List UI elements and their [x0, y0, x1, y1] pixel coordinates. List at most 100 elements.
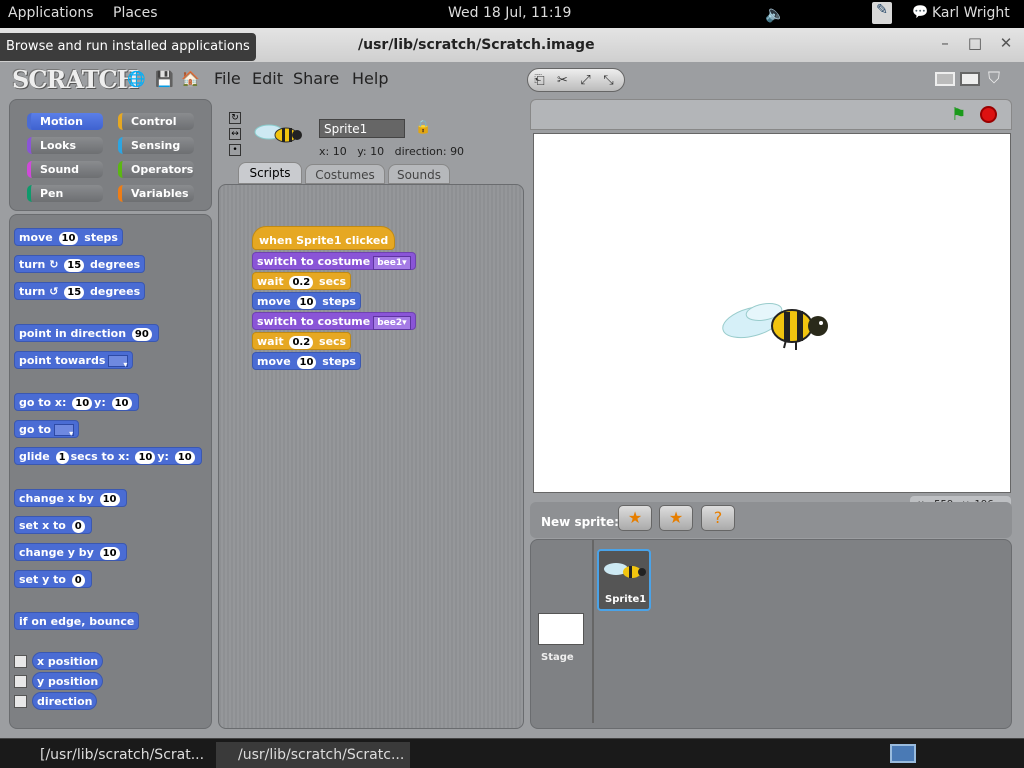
no-rotate-icon[interactable]: • — [229, 144, 241, 156]
accessibility-icon[interactable]: ✎ — [872, 2, 892, 24]
workspace-switcher[interactable] — [890, 744, 916, 763]
number-input[interactable]: 0.2 — [289, 276, 314, 289]
tab-costumes[interactable]: Costumes — [305, 164, 385, 184]
applications-menu[interactable]: Applications — [8, 5, 94, 21]
tab-scripts[interactable]: Scripts — [238, 162, 302, 184]
block-goto[interactable]: go to ▾ — [14, 420, 80, 438]
script-block-move[interactable]: move 10 steps — [252, 292, 361, 310]
presentation-mode-icon[interactable]: ⛉ — [988, 68, 1000, 88]
category-variables[interactable]: Variables — [118, 185, 194, 202]
scripts-area[interactable]: when Sprite1 clicked switch to costume be… — [218, 184, 524, 729]
volume-icon[interactable]: 🔈 — [765, 4, 785, 23]
chevron-down-icon[interactable]: ▾ — [54, 424, 75, 438]
reporter-x-position[interactable]: x position — [32, 652, 104, 670]
checkbox-y-position[interactable] — [14, 675, 27, 688]
category-sensing[interactable]: Sensing — [118, 137, 194, 154]
share-icon[interactable]: 🏠 — [181, 70, 200, 88]
bee-sprite[interactable] — [720, 298, 832, 354]
block-turn-ccw[interactable]: turn ↺ 15 degrees — [14, 282, 146, 300]
block-set-x[interactable]: set x to 0 — [14, 516, 92, 534]
save-icon[interactable]: 💾 — [155, 70, 174, 88]
number-input[interactable]: 10 — [72, 397, 93, 410]
costume-dropdown[interactable]: bee1▾ — [373, 256, 411, 270]
edit-mode-buttons: ⎗ ✂ ⤢ ⤡ — [527, 68, 625, 92]
number-input[interactable]: 0 — [71, 520, 85, 533]
tab-sounds[interactable]: Sounds — [388, 164, 450, 184]
block-move[interactable]: move 10 steps — [14, 228, 123, 246]
chevron-down-icon[interactable]: ▾ — [108, 355, 129, 369]
menu-help[interactable]: Help — [352, 69, 388, 88]
number-input[interactable]: 10 — [296, 356, 317, 369]
sprite-name-field[interactable]: Sprite1 — [319, 119, 405, 138]
green-flag-icon[interactable]: ⚑ — [951, 105, 966, 125]
task-button-active[interactable]: /usr/lib/scratch/Scratc... — [216, 742, 410, 768]
number-input[interactable]: 1 — [55, 451, 69, 464]
script-block-switch-costume[interactable]: switch to costume bee2▾ — [252, 312, 416, 330]
block-change-y[interactable]: change y by 10 — [14, 543, 127, 561]
number-input[interactable]: 10 — [174, 451, 195, 464]
block-glide[interactable]: glide 1 secs to x: 10 y: 10 — [14, 447, 202, 465]
reporter-direction[interactable]: direction — [32, 692, 98, 710]
block-point-direction[interactable]: point in direction 90 — [14, 324, 159, 342]
grow-icon[interactable]: ⤢ — [574, 70, 597, 92]
stage-thumbnail[interactable] — [538, 613, 584, 645]
block-set-y[interactable]: set y to 0 — [14, 570, 92, 588]
number-input[interactable]: 10 — [99, 547, 120, 560]
number-input[interactable]: 0.2 — [289, 336, 314, 349]
delete-icon[interactable]: ✂ — [551, 70, 574, 92]
checkbox-x-position[interactable] — [14, 655, 27, 668]
category-looks[interactable]: Looks — [27, 137, 103, 154]
block-goto-xy[interactable]: go to x: 10 y: 10 — [14, 393, 139, 411]
number-input[interactable]: 10 — [296, 296, 317, 309]
lock-icon[interactable]: 🔒 — [415, 120, 431, 135]
number-input[interactable]: 15 — [64, 259, 85, 272]
menu-file[interactable]: File — [214, 69, 241, 88]
number-input[interactable]: 10 — [111, 397, 132, 410]
category-control[interactable]: Control — [118, 113, 194, 130]
number-input[interactable]: 10 — [99, 493, 120, 506]
clock[interactable]: Wed 18 Jul, 11:19 — [448, 5, 571, 21]
category-sound[interactable]: Sound — [27, 161, 103, 178]
reporter-y-position[interactable]: y position — [32, 672, 104, 690]
duplicate-icon[interactable]: ⎗ — [528, 70, 551, 92]
menu-edit[interactable]: Edit — [252, 69, 283, 88]
paint-sprite-button[interactable]: ★ — [618, 505, 652, 531]
number-input[interactable]: 10 — [58, 232, 79, 245]
stage[interactable] — [533, 133, 1011, 493]
small-stage-icon[interactable] — [935, 72, 955, 86]
number-input[interactable]: 15 — [64, 286, 85, 299]
flip-style-icon[interactable]: ↔ — [229, 128, 241, 140]
checkbox-direction[interactable] — [14, 695, 27, 708]
script-block-wait[interactable]: wait 0.2 secs — [252, 332, 352, 350]
close-button[interactable]: ✕ — [995, 34, 1017, 56]
maximize-button[interactable]: □ — [964, 34, 986, 56]
sprite-tile[interactable]: Sprite1 — [597, 549, 651, 611]
rotate-style-icon[interactable]: ↻ — [229, 112, 241, 124]
hat-block-when-clicked[interactable]: when Sprite1 clicked — [252, 226, 396, 250]
surprise-sprite-button[interactable]: ? — [701, 505, 735, 531]
category-operators[interactable]: Operators — [118, 161, 194, 178]
category-pen[interactable]: Pen — [27, 185, 103, 202]
number-input[interactable]: 10 — [135, 451, 156, 464]
block-change-x[interactable]: change x by 10 — [14, 489, 127, 507]
block-point-towards[interactable]: point towards ▾ — [14, 351, 134, 369]
choose-sprite-button[interactable]: ★ — [659, 505, 693, 531]
script-block-move[interactable]: move 10 steps — [252, 352, 361, 370]
normal-stage-icon[interactable] — [960, 72, 980, 86]
shrink-icon[interactable]: ⤡ — [597, 70, 620, 92]
globe-icon[interactable]: 🌐 — [127, 70, 146, 88]
task-button[interactable]: [/usr/lib/scratch/Scrat... — [18, 742, 208, 768]
script-block-switch-costume[interactable]: switch to costume bee1▾ — [252, 252, 416, 270]
user-menu[interactable]: Karl Wright — [932, 5, 1010, 21]
minimize-button[interactable]: – — [934, 34, 956, 56]
costume-dropdown[interactable]: bee2▾ — [373, 316, 411, 330]
block-turn-cw[interactable]: turn ↻ 15 degrees — [14, 255, 146, 273]
category-motion[interactable]: Motion — [27, 113, 103, 130]
script-block-wait[interactable]: wait 0.2 secs — [252, 272, 352, 290]
direction-dropdown[interactable]: 90 — [131, 328, 152, 341]
menu-share[interactable]: Share — [293, 69, 339, 88]
stop-icon[interactable] — [980, 106, 997, 123]
places-menu[interactable]: Places — [113, 5, 158, 21]
block-bounce[interactable]: if on edge, bounce — [14, 612, 140, 630]
number-input[interactable]: 0 — [71, 574, 85, 587]
